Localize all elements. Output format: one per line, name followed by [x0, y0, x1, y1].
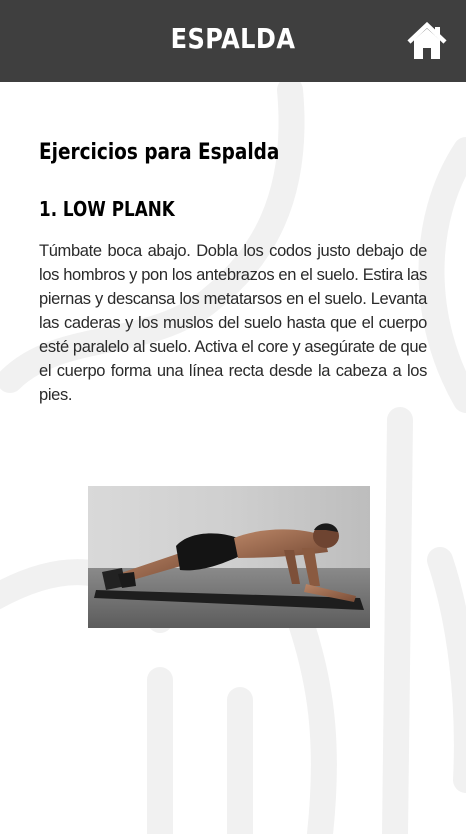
app-screen: ESPALDA Ejercicios para Espalda 1. LOW P… [0, 0, 466, 834]
exercise-title: 1. LOW PLANK [39, 197, 175, 221]
page-title: ESPALDA [170, 22, 296, 55]
exercise-photo [88, 486, 370, 628]
app-header: ESPALDA [0, 0, 466, 82]
home-icon [407, 21, 447, 59]
low-plank-illustration [88, 486, 370, 628]
section-title: Ejercicios para Espalda [39, 140, 280, 165]
background-watermark [0, 77, 466, 834]
home-button[interactable] [406, 21, 448, 62]
exercise-description: Túmbate boca abajo. Dobla los codos just… [39, 242, 427, 404]
main-content: Ejercicios para Espalda 1. LOW PLANK Túm… [39, 140, 427, 407]
